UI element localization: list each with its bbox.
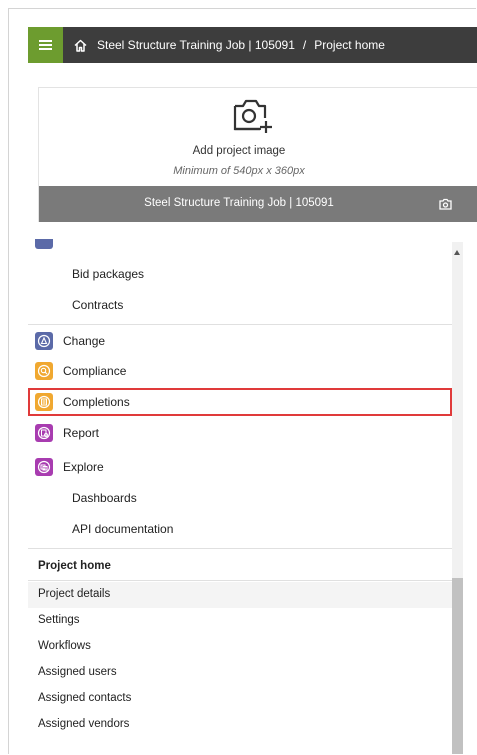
breadcrumb-job[interactable]: Steel Structure Training Job | 105091 [97,38,295,52]
report-icon [35,424,53,442]
add-camera-icon[interactable] [232,96,282,136]
nav-item-project-details[interactable]: Project details [38,588,110,600]
nav-item-assigned-users[interactable]: Assigned users [38,666,117,678]
nav-label: Compliance [63,364,127,378]
nav-label: Bid packages [72,267,145,281]
nav-item-compliance[interactable]: Compliance [28,360,452,382]
nav-label: Contracts [72,298,124,312]
nav-item-settings[interactable]: Settings [38,614,80,626]
breadcrumb-separator: / [302,38,307,52]
project-image-card: Add project image Minimum of 540px x 360… [38,87,477,222]
nav-label: Explore [63,460,104,474]
camera-icon[interactable] [439,197,452,215]
divider [28,324,452,325]
hamburger-icon[interactable] [28,27,63,63]
home-icon[interactable] [63,39,97,52]
nav-label: Change [63,334,106,348]
project-name-bar: Steel Structure Training Job | 105091 [39,186,477,222]
breadcrumb: Steel Structure Training Job | 105091 / … [97,38,385,52]
scroll-up-icon[interactable] [454,250,460,255]
navigation-panel: Bid packages Contracts Change Compliance… [28,239,452,754]
cutoff-module-icon [35,239,53,249]
nav-item-assigned-contacts[interactable]: Assigned contacts [38,692,131,704]
nav-item-workflows[interactable]: Workflows [38,640,91,652]
nav-item-dashboards[interactable]: Dashboards [72,488,452,508]
divider [28,548,452,549]
project-name: Steel Structure Training Job | 105091 [144,197,334,209]
nav-label: Report [63,426,100,440]
scrollbar-thumb[interactable] [452,578,463,754]
change-icon [35,332,53,350]
top-bar: Steel Structure Training Job | 105091 / … [28,27,477,63]
nav-item-bid-packages[interactable]: Bid packages [72,264,452,284]
section-heading-project-home: Project home [38,560,111,572]
highlight-box [28,388,452,416]
divider [28,580,452,581]
nav-item-report[interactable]: Report [28,422,452,444]
compliance-icon [35,362,53,380]
nav-item-contracts[interactable]: Contracts [72,295,452,315]
nav-item-api-documentation[interactable]: API documentation [72,519,452,539]
nav-label: API documentation [72,522,174,536]
explore-icon [35,458,53,476]
add-image-link[interactable]: Add project image [39,145,439,157]
nav-item-change[interactable]: Change [28,330,452,352]
breadcrumb-page: Project home [314,38,385,52]
nav-item-assigned-vendors[interactable]: Assigned vendors [38,718,129,730]
nav-item-explore[interactable]: Explore [28,456,452,478]
scrollbar[interactable] [452,242,463,754]
image-size-hint: Minimum of 540px x 360px [173,165,305,177]
nav-label: Dashboards [72,491,137,505]
